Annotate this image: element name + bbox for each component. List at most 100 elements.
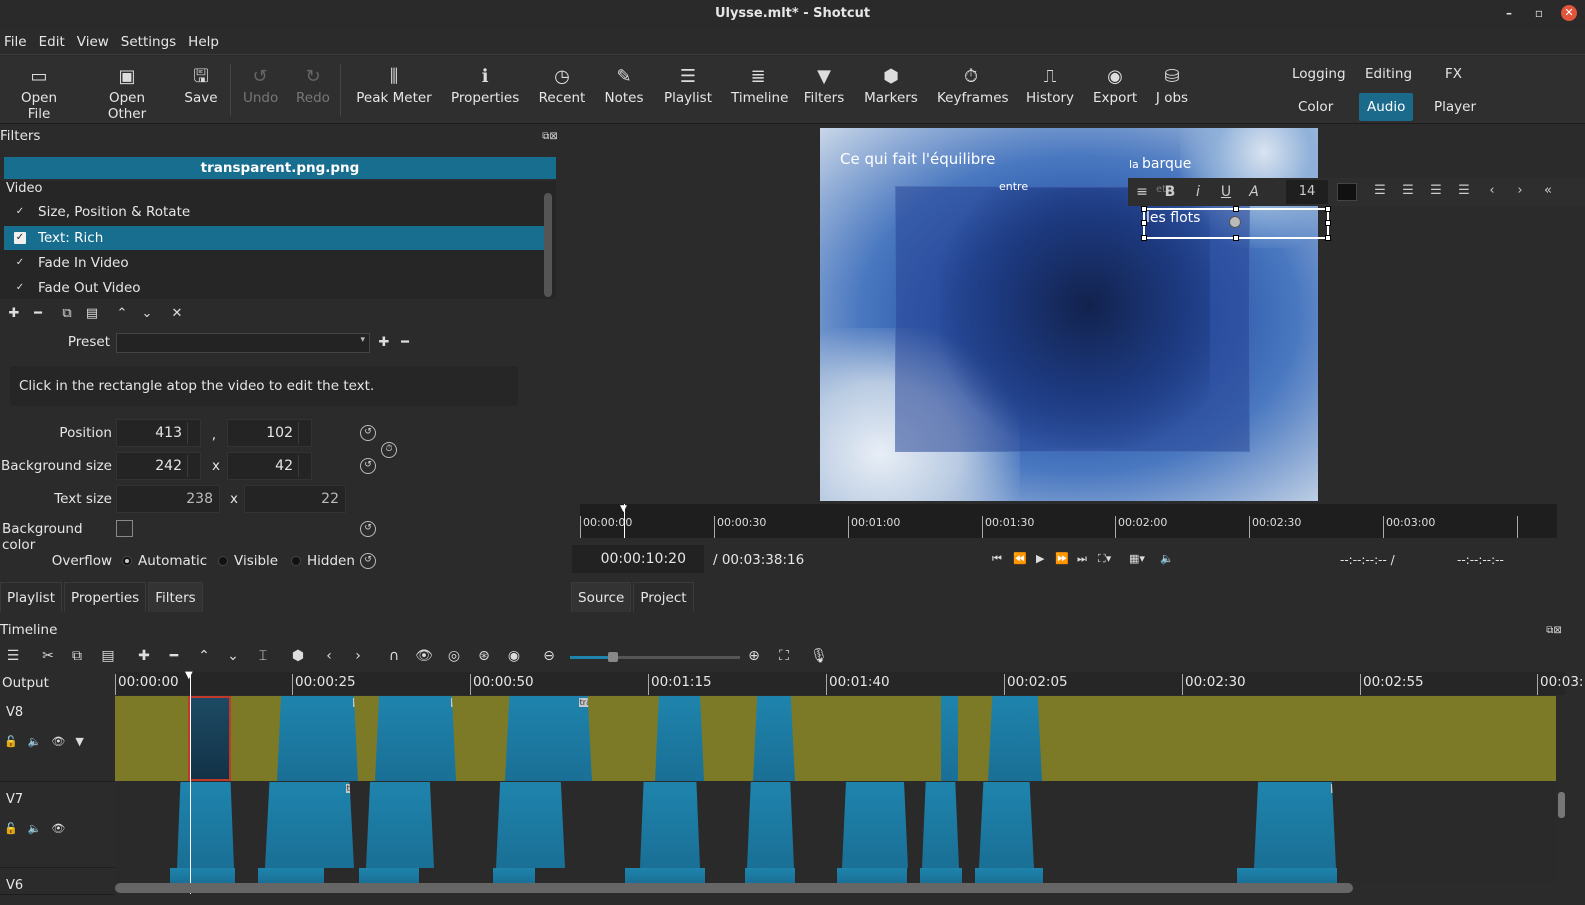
- timeline-clip[interactable]: tr: [265, 782, 354, 868]
- timeline-button[interactable]: ≣ Timeline: [731, 64, 788, 106]
- move-up-icon[interactable]: ⌃: [113, 305, 131, 323]
- tab-source[interactable]: Source: [571, 582, 632, 612]
- playlist-button[interactable]: ☰ Playlist: [664, 64, 712, 106]
- tab-properties[interactable]: Properties: [63, 582, 147, 612]
- align-left-icon[interactable]: ☰: [1370, 183, 1390, 198]
- overwrite-icon[interactable]: ⌄: [223, 648, 243, 664]
- filter-item[interactable]: ✓ Fade In Video: [4, 251, 544, 275]
- filter-item-selected[interactable]: ✓ Text: Rich: [4, 226, 544, 250]
- timeline-clip[interactable]: [941, 696, 958, 781]
- notes-button[interactable]: ✎ Notes: [604, 64, 644, 106]
- menu-settings[interactable]: Settings: [121, 34, 176, 50]
- timeline-ruler[interactable]: 00:00:00 00:00:25 00:00:50 00:01:15 00:0…: [115, 672, 1583, 695]
- deselect-filter-icon[interactable]: ✕: [168, 305, 186, 323]
- timeline-clip[interactable]: [496, 782, 565, 868]
- redo-button[interactable]: ↻ Redo: [296, 64, 330, 106]
- timeline-clip[interactable]: [170, 868, 235, 883]
- lift-icon[interactable]: ⌃: [194, 648, 214, 664]
- tab-filters[interactable]: Filters: [148, 582, 203, 612]
- resize-handle[interactable]: [1141, 220, 1147, 226]
- resize-handle[interactable]: [1233, 206, 1239, 212]
- menu-view[interactable]: View: [77, 34, 109, 50]
- remove-filter-icon[interactable]: ━: [29, 305, 47, 323]
- menu-edit[interactable]: Edit: [39, 34, 65, 50]
- delete-preset-icon[interactable]: ━: [396, 334, 414, 352]
- grid-icon[interactable]: ▦▾: [1129, 552, 1145, 565]
- timeline-clip[interactable]: [747, 782, 794, 868]
- align-justify-icon[interactable]: ☰: [1454, 183, 1474, 198]
- undo-button[interactable]: ↺ Undo: [243, 64, 278, 106]
- zoom-slider[interactable]: [570, 652, 740, 662]
- font-icon[interactable]: A: [1240, 184, 1268, 200]
- copy-icon[interactable]: ⧉: [67, 648, 87, 664]
- timeline-clip[interactable]: [842, 782, 908, 868]
- position-x-field[interactable]: 413: [116, 419, 201, 447]
- timeline-playhead[interactable]: [190, 672, 191, 894]
- timecode-field[interactable]: 00:00:10:20: [572, 545, 704, 573]
- tab-playlist[interactable]: Playlist: [0, 582, 62, 612]
- menu-file[interactable]: File: [4, 34, 27, 50]
- timeline-clip[interactable]: t: [375, 696, 456, 781]
- timeline-clip[interactable]: [258, 868, 324, 883]
- properties-button[interactable]: ℹ Properties: [451, 64, 519, 106]
- timeline-clip[interactable]: [922, 782, 959, 868]
- timeline-clip[interactable]: [493, 868, 535, 883]
- layout-logging[interactable]: Logging: [1284, 62, 1354, 86]
- ripple-icon[interactable]: ◎: [444, 648, 464, 664]
- track-header-v6[interactable]: V6: [0, 868, 115, 895]
- timeline-clip[interactable]: t: [1254, 782, 1336, 868]
- mute-icon[interactable]: 🔈: [28, 822, 42, 835]
- play-icon[interactable]: ▶: [1036, 552, 1044, 565]
- timeline-clip[interactable]: [753, 696, 795, 781]
- paste-icon[interactable]: ▤: [98, 648, 118, 664]
- zoom-icon[interactable]: ⛶▾: [1098, 552, 1111, 566]
- keyframes-button[interactable]: ⏱ Keyframes: [937, 64, 1009, 106]
- background-width-field[interactable]: 242: [116, 452, 201, 480]
- previous-marker-icon[interactable]: ‹: [319, 648, 339, 664]
- text-edit-rectangle[interactable]: les flots: [1141, 206, 1331, 241]
- filter-list-scrollbar[interactable]: [544, 193, 552, 297]
- record-audio-icon[interactable]: 🎙: [809, 648, 829, 664]
- maximize-icon[interactable]: ▫: [1531, 5, 1547, 21]
- volume-icon[interactable]: 🔈: [1160, 552, 1174, 565]
- timeline-clip[interactable]: [837, 868, 907, 883]
- timeline-float-icon[interactable]: ⧉⊠: [1542, 622, 1566, 640]
- history-button[interactable]: ⎍ History: [1024, 64, 1076, 106]
- resize-handle[interactable]: [1325, 235, 1331, 241]
- chevron-left-icon[interactable]: ‹: [1482, 183, 1502, 198]
- snap-icon[interactable]: ∩: [384, 648, 404, 664]
- timeline-clip[interactable]: t: [277, 696, 358, 781]
- add-filter-icon[interactable]: ✚: [5, 305, 23, 323]
- rewind-icon[interactable]: ⏪: [1013, 552, 1027, 565]
- keyframe-stopwatch-icon[interactable]: ⏱: [381, 442, 397, 458]
- preset-select[interactable]: ▾: [116, 333, 370, 353]
- panel-float-icon[interactable]: ⧉⊠: [538, 128, 562, 146]
- tab-project[interactable]: Project: [633, 582, 694, 612]
- overflow-automatic-radio[interactable]: [122, 556, 132, 566]
- timeline-clip-selected[interactable]: [188, 696, 231, 781]
- eye-icon[interactable]: 👁: [51, 822, 65, 835]
- timeline-clip[interactable]: [625, 868, 705, 883]
- split-icon[interactable]: ⌶: [253, 648, 273, 664]
- layout-fx[interactable]: FX: [1437, 62, 1470, 86]
- timeline-clip[interactable]: [177, 782, 234, 868]
- scrub-icon[interactable]: 👁: [414, 648, 434, 664]
- timeline-clip[interactable]: [975, 868, 1043, 883]
- check-icon[interactable]: ✓: [14, 257, 26, 269]
- next-marker-icon[interactable]: ›: [348, 648, 368, 664]
- markers-button[interactable]: ⬢ Markers: [864, 64, 918, 106]
- layout-player[interactable]: Player: [1426, 95, 1484, 119]
- timeline-clip[interactable]: [640, 782, 700, 868]
- track-header-v8[interactable]: V8 🔓 🔈 👁 ▼: [0, 695, 115, 782]
- resize-handle[interactable]: [1325, 220, 1331, 226]
- marker-icon[interactable]: ⬢: [288, 648, 308, 664]
- overflow-hidden-radio[interactable]: [291, 556, 301, 566]
- resize-handle[interactable]: [1141, 235, 1147, 241]
- open-file-button[interactable]: ▭ Open File: [8, 64, 70, 122]
- timeline-clip[interactable]: [366, 782, 434, 868]
- check-icon[interactable]: ✓: [14, 206, 26, 218]
- recent-button[interactable]: ◷ Recent: [538, 64, 586, 106]
- zoom-fit-icon[interactable]: ⛶: [774, 648, 794, 664]
- font-size-field[interactable]: 14: [1286, 180, 1328, 204]
- overflow-visible-radio[interactable]: [218, 556, 228, 566]
